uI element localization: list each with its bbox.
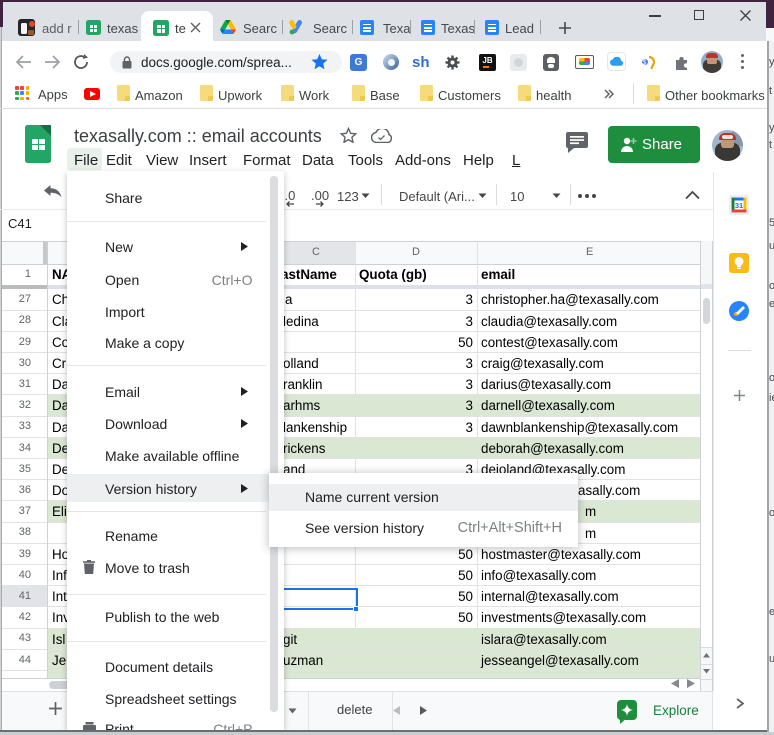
svg-text:$: $	[643, 60, 647, 67]
svg-text:31: 31	[735, 201, 743, 210]
